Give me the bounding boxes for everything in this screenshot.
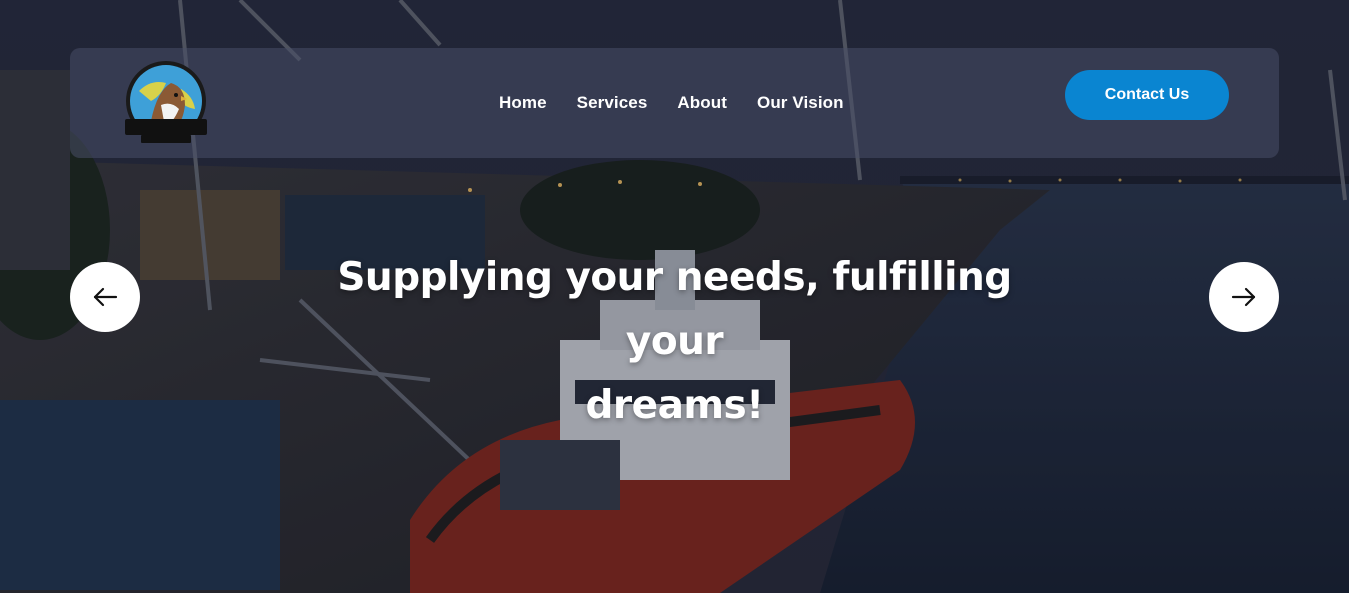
nav-home[interactable]: Home — [499, 93, 547, 113]
site-header: Home Services About Our Vision Contact U… — [70, 48, 1279, 158]
hero-headline-line2: dreams! — [585, 383, 764, 428]
contact-us-button[interactable]: Contact Us — [1065, 70, 1229, 120]
slider-next-button[interactable] — [1209, 262, 1279, 332]
hawk-globe-logo[interactable] — [121, 61, 211, 147]
arrow-right-icon — [1231, 287, 1256, 307]
nav-services[interactable]: Services — [577, 93, 648, 113]
main-nav: Home Services About Our Vision — [499, 93, 844, 113]
arrow-left-icon — [93, 287, 118, 307]
logo-icon — [125, 61, 207, 143]
slider-prev-button[interactable] — [70, 262, 140, 332]
nav-about[interactable]: About — [677, 93, 727, 113]
hero-headline: Supplying your needs, fulfilling your dr… — [300, 246, 1049, 438]
hero-headline-line1: Supplying your needs, fulfilling your — [337, 255, 1012, 364]
nav-our-vision[interactable]: Our Vision — [757, 93, 844, 113]
